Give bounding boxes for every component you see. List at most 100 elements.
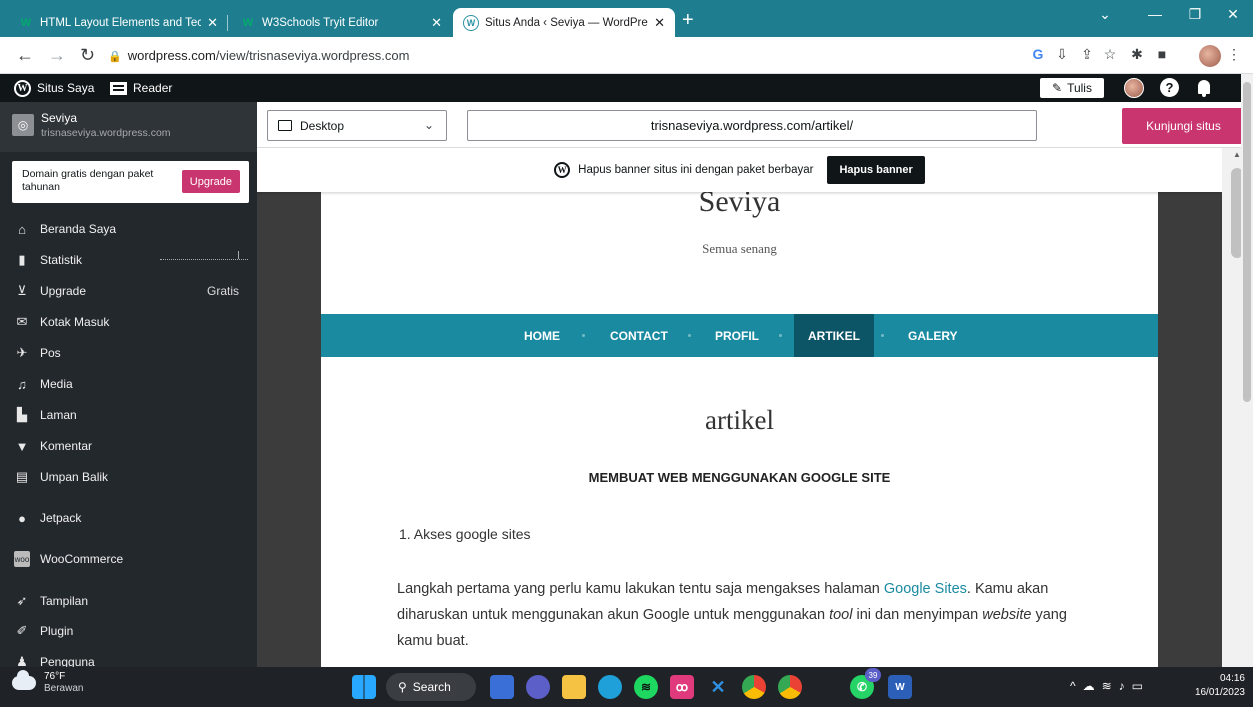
windows-start-icon[interactable] <box>352 675 376 699</box>
sidebar-item-statistik[interactable]: ▮ Statistik <box>0 245 257 275</box>
file-explorer-icon[interactable] <box>562 675 586 699</box>
comment-icon: ▼ <box>15 438 29 454</box>
sidebar-item-beranda-saya[interactable]: ⌂ Beranda Saya <box>0 214 257 244</box>
scrollbar-thumb[interactable] <box>1243 82 1251 402</box>
sidebar-item-tampilan[interactable]: ➶ Tampilan <box>0 586 257 616</box>
lock-icon: 🔒 <box>108 51 122 63</box>
help-icon[interactable]: ? <box>1160 78 1179 97</box>
sidebar-item-pos[interactable]: ✈ Pos <box>0 338 257 368</box>
reload-icon[interactable]: ↻ <box>80 45 95 65</box>
scroll-up-icon[interactable]: ▲ <box>1233 150 1241 159</box>
my-site-button[interactable]: W Situs Saya <box>14 74 94 102</box>
menu-contact[interactable]: CONTACT <box>597 314 681 357</box>
domain-promo: Domain gratis dengan paket tahunan Upgra… <box>12 161 249 203</box>
browser-toolbar: ← → ↻ 🔒 wordpress.com/view/trisnaseviya.w… <box>0 37 1253 74</box>
upgrade-button[interactable]: Upgrade <box>181 170 240 193</box>
tab-tryit-editor[interactable]: W W3Schools Tryit Editor ✕ <box>230 8 452 37</box>
close-icon[interactable]: ✕ <box>431 15 442 31</box>
visit-site-button[interactable]: Kunjungi situs <box>1122 108 1245 144</box>
cloud-icon <box>12 670 36 690</box>
tab-html-layout[interactable]: W HTML Layout Elements and Techn ✕ <box>8 8 228 37</box>
sidebar-item-woocommerce[interactable]: woo WooCommerce <box>0 544 257 574</box>
close-icon[interactable]: ✕ <box>207 15 218 31</box>
google-icon[interactable]: G <box>1028 46 1048 62</box>
site-preview[interactable]: Seviya Semua senang HOME CONTACT PROFIL … <box>257 148 1222 667</box>
minimize-icon[interactable]: — <box>1140 6 1170 22</box>
vscode-icon[interactable]: ✕ <box>706 675 730 699</box>
page-scrollbar[interactable] <box>1241 74 1253 667</box>
tab-wordpress[interactable]: W Situs Anda ‹ Seviya — WordPress ✕ <box>453 8 675 37</box>
preview-url-field[interactable]: trisnaseviya.wordpress.com/artikel/ <box>467 110 1037 141</box>
word-icon[interactable]: W <box>888 675 912 699</box>
list-item: 1. Akses google sites <box>399 526 531 542</box>
sidepanel-icon[interactable]: ■ <box>1152 46 1172 62</box>
mail-icon: ✉ <box>16 314 28 329</box>
menu-galery[interactable]: GALERY <box>895 314 971 357</box>
menu-home[interactable]: HOME <box>511 314 573 357</box>
sidebar: ◎ Seviya trisnaseviya.wordpress.com Doma… <box>0 102 257 667</box>
edge-icon[interactable] <box>598 675 622 699</box>
forward-icon[interactable]: → <box>48 45 66 65</box>
pin-icon: ✈ <box>16 345 28 360</box>
sidebar-item-laman[interactable]: ▙ Laman <box>0 400 257 430</box>
back-icon[interactable]: ← <box>16 45 34 65</box>
task-view-icon[interactable] <box>490 675 514 699</box>
notifications-bell-icon[interactable] <box>1198 80 1210 97</box>
pencil-icon: ✎ <box>1052 81 1063 95</box>
menu-artikel[interactable]: ARTIKEL <box>794 314 874 357</box>
chrome-pinned-icon[interactable] <box>742 675 766 699</box>
sidebar-item-komentar[interactable]: ▼ Komentar <box>0 431 257 461</box>
reader-icon <box>110 81 127 95</box>
reader-button[interactable]: Reader <box>110 74 172 102</box>
search-icon: ⚲ <box>398 680 407 694</box>
sidebar-item-pengguna[interactable]: ♟ Pengguna <box>0 647 257 667</box>
browser-tab-strip: W HTML Layout Elements and Techn ✕ W W3S… <box>0 0 1253 37</box>
sidebar-item-jetpack[interactable]: ● Jetpack <box>0 503 257 533</box>
extensions-icon[interactable]: ✱ <box>1127 46 1147 63</box>
weather-widget[interactable]: 76°F Berawan <box>12 670 83 695</box>
wp-admin-bar: W Situs Saya Reader ✎ Tulis ? <box>0 74 1253 102</box>
profile-avatar[interactable] <box>1199 45 1221 67</box>
remove-banner-button[interactable]: Hapus banner <box>827 156 925 184</box>
wordpress-icon: W <box>463 14 479 31</box>
site-switcher[interactable]: ◎ Seviya trisnaseviya.wordpress.com <box>0 102 257 152</box>
restore-icon[interactable]: ❐ <box>1180 6 1210 23</box>
sidebar-item-upgrade[interactable]: ⊻ Upgrade Gratis <box>0 276 257 306</box>
notification-badge: 39 <box>865 668 881 682</box>
sidebar-item-media[interactable]: ♫ Media <box>0 369 257 399</box>
site-tagline: Semua senang <box>702 241 777 256</box>
sidebar-item-kotak-masuk[interactable]: ✉ Kotak Masuk <box>0 307 257 337</box>
sidebar-item-umpan-balik[interactable]: ▤ Umpan Balik <box>0 462 257 492</box>
wordpress-logo-icon: W <box>554 162 571 178</box>
chrome-icon[interactable] <box>778 675 802 699</box>
app-icon[interactable]: ꝏ <box>670 675 694 699</box>
sidebar-item-plugin[interactable]: ✐ Plugin <box>0 616 257 646</box>
close-window-icon[interactable]: ✕ <box>1218 6 1248 23</box>
tab-search-icon[interactable]: ⌄ <box>1090 6 1120 23</box>
new-tab-icon[interactable]: + <box>682 9 694 31</box>
bookmark-star-icon[interactable]: ☆ <box>1100 46 1120 63</box>
device-select[interactable]: Desktop ⌄ <box>267 110 447 141</box>
user-avatar[interactable] <box>1124 78 1144 98</box>
desktop-icon <box>278 120 292 131</box>
address-bar[interactable]: 🔒 wordpress.com/view/trisnaseviya.wordpre… <box>108 48 409 63</box>
write-button[interactable]: ✎ Tulis <box>1040 78 1104 98</box>
spotify-icon[interactable]: ≋ <box>634 675 658 699</box>
menu-profil[interactable]: PROFIL <box>702 314 772 357</box>
page-heading: artikel <box>705 405 774 435</box>
teams-icon[interactable] <box>526 675 550 699</box>
google-sites-link[interactable]: Google Sites <box>884 581 967 597</box>
close-icon[interactable]: ✕ <box>654 15 665 31</box>
site-name: Seviya <box>41 111 78 125</box>
main-area: Desktop ⌄ trisnaseviya.wordpress.com/art… <box>257 102 1253 667</box>
system-tray[interactable]: ^☁≋♪▭ <box>1070 679 1150 693</box>
taskbar-search[interactable]: ⚲ Search <box>386 673 476 701</box>
woocommerce-icon: woo <box>14 551 30 567</box>
menu-dots-icon[interactable]: ⋮ <box>1224 46 1244 63</box>
install-icon[interactable]: ⇩ <box>1052 46 1072 63</box>
home-icon: ⌂ <box>18 221 26 237</box>
gratis-badge: Gratis <box>206 284 239 298</box>
clock[interactable]: 04:16 16/01/2023 <box>1185 672 1245 700</box>
share-icon[interactable]: ⇪ <box>1077 46 1097 63</box>
remove-banner-notice: W Hapus banner situs ini dengan paket be… <box>257 148 1222 192</box>
